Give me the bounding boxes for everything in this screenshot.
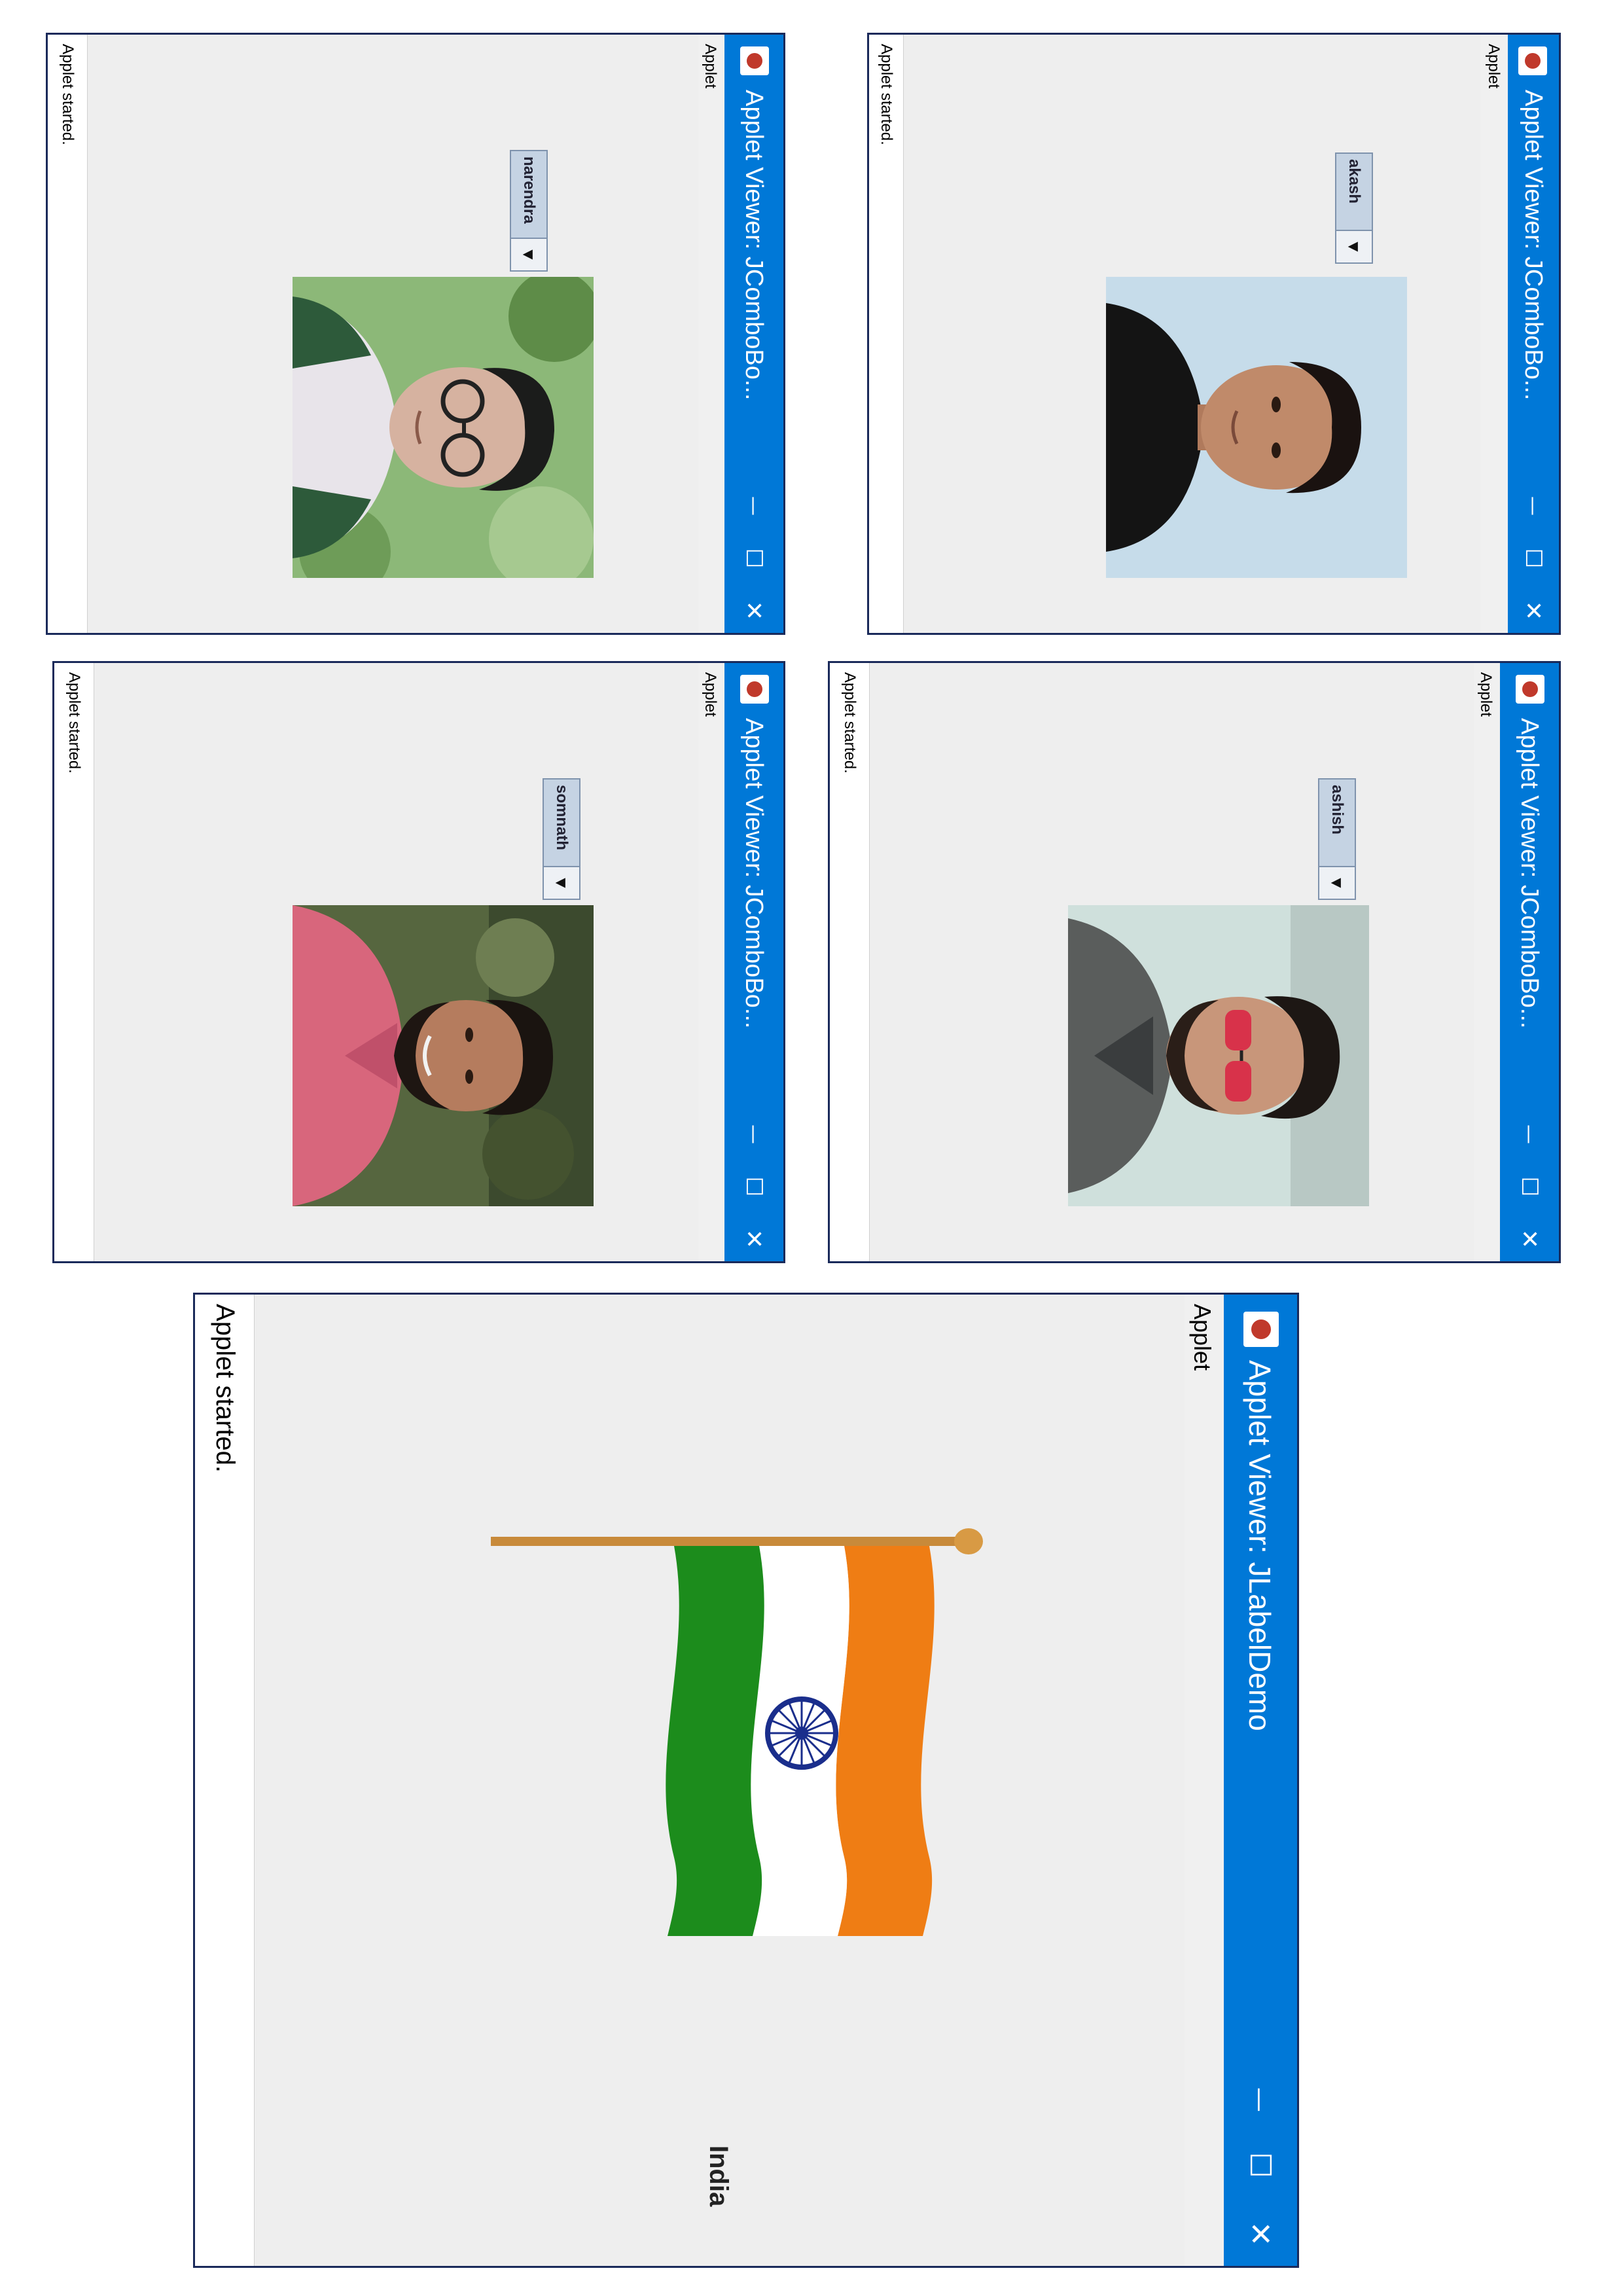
combo-selected-value: somnath [553,785,571,851]
window-title: Applet Viewer: JComboBo... [1520,90,1547,401]
applet-content: ashish ▼ [869,663,1474,1261]
applet-menu[interactable]: Applet [1480,35,1508,633]
status-text: Applet started. [211,1304,240,1473]
applet-content: India [254,1295,1185,2266]
dropdown-arrow-icon[interactable]: ▼ [511,238,546,270]
minimize-button[interactable]: — [1508,480,1559,532]
dropdown-arrow-icon[interactable]: ▼ [1319,866,1355,899]
title-bar[interactable]: Applet Viewer: JLabelDemo — ☐ ✕ [1224,1295,1297,2266]
applet-content: somnath ▼ [94,663,698,1261]
applet-window-ashish: Applet Viewer: JComboBo... — ☐ ✕ Applet … [828,661,1561,1263]
title-bar[interactable]: Applet Viewer: JComboBo... — ☐ ✕ [1508,35,1559,633]
maximize-button[interactable]: ☐ [1508,532,1559,584]
person-photo [1068,905,1369,1206]
close-button[interactable]: ✕ [1508,584,1559,637]
applet-menu[interactable]: Applet [698,663,724,1261]
close-button[interactable]: ✕ [1500,1213,1559,1265]
status-text: Applet started. [59,44,77,145]
window-title: Applet Viewer: JComboBo... [740,90,768,401]
applet-menu[interactable]: Applet [1185,1295,1224,2266]
status-bar: Applet started. [869,35,904,633]
status-bar: Applet started. [48,35,88,633]
java-applet-icon [1518,46,1547,75]
applet-menu-label[interactable]: Applet [1484,44,1503,88]
portrait-image [1068,905,1369,1206]
minimize-button[interactable]: — [1500,1108,1559,1160]
close-button[interactable]: ✕ [1224,2198,1297,2270]
dropdown-arrow-icon[interactable]: ▼ [1336,230,1372,262]
applet-window-narendra: Applet Viewer: JComboBo... — ☐ ✕ Applet … [46,33,785,635]
name-combo-box[interactable]: ashish ▼ [1318,778,1356,900]
window-title: Applet Viewer: JLabelDemo [1243,1360,1277,1731]
status-text: Applet started. [878,44,895,145]
combo-selected-value: narendra [520,156,538,224]
java-applet-icon [1243,1312,1279,1347]
java-applet-icon [740,675,769,704]
maximize-button[interactable]: ☐ [724,532,783,584]
applet-menu-label[interactable]: Applet [1188,1304,1216,1371]
applet-content: akash ▼ [903,35,1480,633]
maximize-button[interactable]: ☐ [1500,1160,1559,1213]
java-applet-icon [740,46,769,75]
applet-menu-label[interactable]: Applet [701,44,719,88]
name-combo-box[interactable]: akash ▼ [1335,152,1373,264]
combo-selected-value: ashish [1329,785,1346,835]
status-text: Applet started. [841,672,859,774]
country-label: India [704,2145,733,2207]
minimize-button[interactable]: — [724,480,783,532]
applet-menu-label[interactable]: Applet [1476,672,1495,717]
applet-window-somnath: Applet Viewer: JComboBo... — ☐ ✕ Applet … [52,661,785,1263]
applet-content: narendra ▼ [87,35,698,633]
person-photo [293,277,594,578]
maximize-button[interactable]: ☐ [1224,2132,1297,2198]
minimize-button[interactable]: — [724,1108,783,1160]
name-combo-box[interactable]: narendra ▼ [510,150,548,272]
title-bar[interactable]: Applet Viewer: JComboBo... — ☐ ✕ [724,35,783,633]
combo-selected-value: akash [1346,159,1363,204]
status-bar: Applet started. [195,1295,255,2266]
maximize-button[interactable]: ☐ [724,1160,783,1213]
title-bar[interactable]: Applet Viewer: JComboBo... — ☐ ✕ [1500,663,1559,1261]
window-title: Applet Viewer: JComboBo... [1516,718,1543,1029]
title-bar[interactable]: Applet Viewer: JComboBo... — ☐ ✕ [724,663,783,1261]
applet-menu[interactable]: Applet [698,35,724,633]
applet-menu[interactable]: Applet [1474,663,1500,1261]
portrait-image [293,905,594,1206]
status-bar: Applet started. [830,663,870,1261]
applet-window-akash: Applet Viewer: JComboBo... — ☐ ✕ Applet … [867,33,1561,635]
name-combo-box[interactable]: somnath ▼ [543,778,580,900]
portrait-image [1106,277,1407,578]
dropdown-arrow-icon[interactable]: ▼ [544,866,579,899]
applet-menu-label[interactable]: Applet [701,672,719,717]
java-applet-icon [1516,675,1544,704]
portrait-image [293,277,594,578]
close-button[interactable]: ✕ [724,1213,783,1265]
window-title: Applet Viewer: JComboBo... [740,718,768,1029]
flag-graphic [491,1528,983,1936]
person-photo [293,905,594,1206]
applet-window-jlabel-demo: Applet Viewer: JLabelDemo — ☐ ✕ Applet I… [193,1293,1299,2268]
person-photo [1106,277,1407,578]
close-button[interactable]: ✕ [724,584,783,637]
status-bar: Applet started. [54,663,94,1261]
india-flag-image [491,1491,988,1962]
status-text: Applet started. [65,672,83,774]
minimize-button[interactable]: — [1224,2067,1297,2132]
